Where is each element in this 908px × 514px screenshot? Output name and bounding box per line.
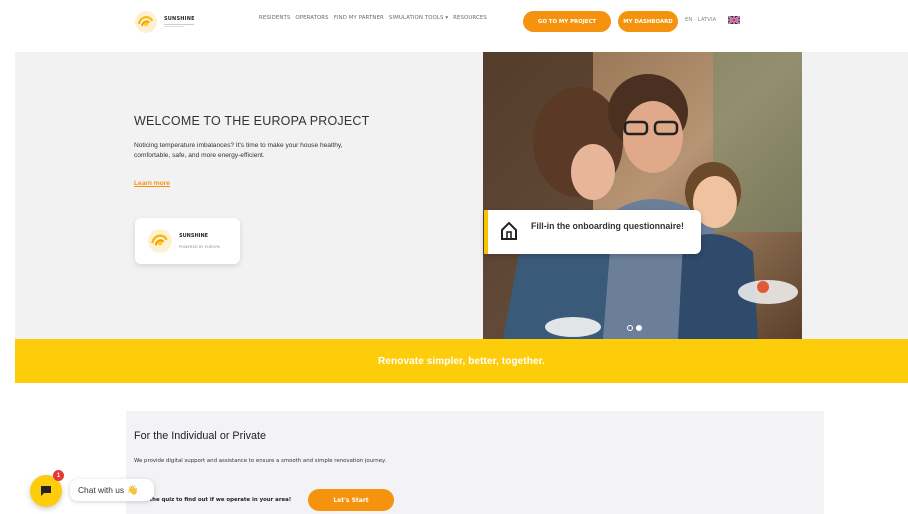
tagline-band: Renovate simpler, better, together. (15, 339, 908, 383)
sunshine-badge: SUNSHINE POWERED BY EUROPA (135, 218, 240, 264)
family-photo (483, 52, 802, 339)
learn-more-link[interactable]: Learn more (134, 180, 170, 187)
my-dashboard-button[interactable]: MY DASHBOARD (618, 11, 678, 32)
sun-logo-icon (148, 229, 172, 253)
chat-bubble[interactable]: Chat with us 👋 (70, 479, 154, 501)
nav-simulation-tools[interactable]: SIMULATION TOOLS ▾ (389, 15, 448, 21)
onboarding-caption: Fill-in the onboarding questionnaire! (531, 221, 684, 231)
carousel-dot-1[interactable] (627, 325, 633, 331)
sun-logo-icon (135, 11, 157, 33)
chat-notification-badge: 1 (53, 470, 64, 481)
badge-title: SUNSHINE (179, 233, 209, 239)
chat-icon (41, 486, 51, 496)
logo-title: SUNSHINE (164, 16, 195, 22)
hero-title: WELCOME TO THE EUROPA PROJECT (134, 114, 370, 128)
house-icon (501, 221, 517, 240)
nav-operators[interactable]: OPERATORS (295, 15, 328, 21)
carousel-dot-2[interactable] (636, 325, 642, 331)
main-nav: RESIDENTS OPERATORS FIND MY PARTNER SIMU… (259, 15, 487, 21)
hero-description: Noticing temperature imbalances? It's ti… (134, 142, 343, 159)
go-to-my-project-button[interactable]: GO TO MY PROJECT (523, 11, 611, 32)
nav-find-my-partner[interactable]: FIND MY PARTNER (334, 15, 384, 21)
quiz-prompt: Take the quiz to find out if we operate … (134, 497, 292, 503)
chat-label: Chat with us (78, 485, 125, 495)
site-header: SUNSHINE RESIDENTS OPERATORS FIND MY PAR… (0, 0, 908, 44)
language-selector[interactable]: EN · LATVIA (685, 17, 716, 23)
lets-start-button[interactable]: Let's Start (308, 489, 394, 511)
logo-tagline-mark (164, 24, 194, 27)
individual-card-text: We provide digital support and assistanc… (134, 458, 387, 464)
tagline-text: Renovate simpler, better, together. (378, 355, 545, 367)
uk-flag-icon[interactable] (728, 16, 740, 24)
nav-resources[interactable]: RESOURCES (453, 15, 487, 21)
badge-subtitle: POWERED BY EUROPA (179, 245, 220, 249)
wave-hand-icon: 👋 (127, 484, 139, 495)
carousel-dots (627, 325, 642, 331)
hero-carousel-image (483, 52, 802, 339)
individual-card-title: For the Individual or Private (134, 430, 267, 442)
logo[interactable]: SUNSHINE (134, 8, 204, 36)
nav-residents[interactable]: RESIDENTS (259, 15, 290, 21)
onboarding-card[interactable]: Fill-in the onboarding questionnaire! (484, 210, 701, 254)
